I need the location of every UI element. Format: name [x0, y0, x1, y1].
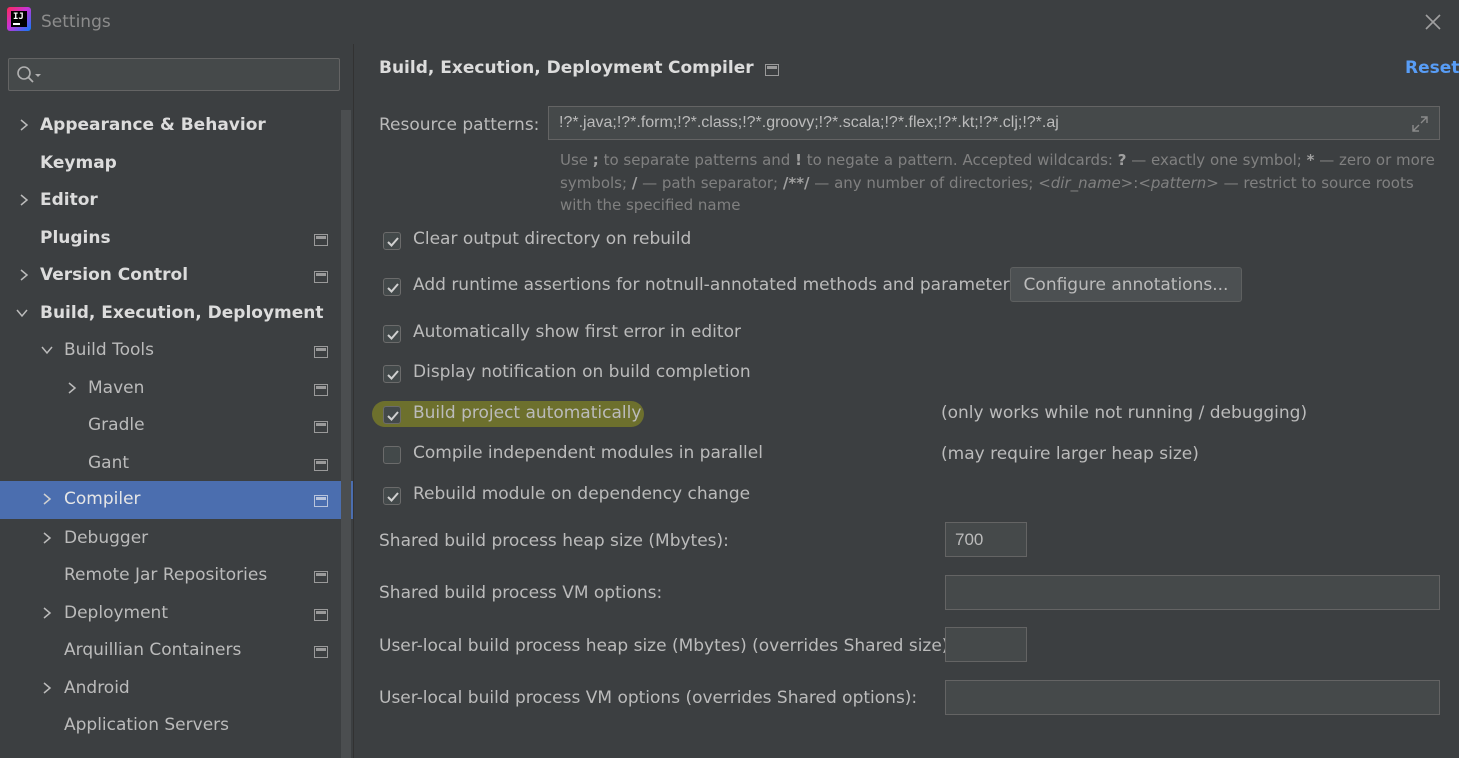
- search-icon[interactable]: [16, 65, 46, 85]
- close-icon[interactable]: [1419, 8, 1447, 36]
- sidebar-item-plugins[interactable]: Plugins: [0, 220, 353, 257]
- sidebar-item-label: Application Servers: [64, 715, 229, 735]
- sidebar-item-label: Debugger: [64, 528, 149, 548]
- checkbox[interactable]: [383, 487, 401, 505]
- sidebar-item-application-servers[interactable]: Application Servers: [0, 707, 353, 744]
- option-label: Display notification on build completion: [413, 362, 751, 382]
- window-title: Settings: [41, 12, 111, 32]
- resource-patterns-input[interactable]: [548, 106, 1440, 140]
- sidebar-item-label: Arquillian Containers: [64, 640, 242, 660]
- option-label: Compile independent modules in parallel: [413, 443, 763, 463]
- sidebar-item-label: Gradle: [88, 415, 145, 435]
- resource-patterns-label: Resource patterns:: [379, 115, 540, 135]
- sidebar-item-maven[interactable]: Maven: [0, 370, 353, 407]
- project-level-icon: [314, 568, 328, 583]
- sidebar-scrollbar[interactable]: [341, 110, 351, 758]
- chevron-right-icon[interactable]: [17, 192, 31, 206]
- chevron-right-icon[interactable]: [65, 380, 79, 394]
- sidebar-item-label: Build, Execution, Deployment: [40, 303, 324, 323]
- sidebar-item-android[interactable]: Android: [0, 670, 353, 707]
- intellij-logo-icon: IJ: [7, 7, 31, 31]
- sidebar-item-build-execution-deployment[interactable]: Build, Execution, Deployment: [0, 295, 353, 332]
- sidebar-item-label: Keymap: [40, 153, 117, 173]
- sidebar-item-label: Build Tools: [64, 340, 154, 360]
- sidebar-item-label: Android: [64, 678, 130, 698]
- sidebar-item-editor[interactable]: Editor: [0, 182, 353, 219]
- sidebar-item-label: Deployment: [64, 603, 168, 623]
- chevron-right-icon[interactable]: [17, 117, 31, 131]
- chevron-right-icon[interactable]: [40, 680, 54, 694]
- project-level-icon: [314, 418, 328, 433]
- sidebar-item-label: Appearance & Behavior: [40, 115, 266, 135]
- sidebar-item-label: Maven: [88, 378, 145, 398]
- chevron-down-icon[interactable]: [15, 305, 29, 319]
- checkbox[interactable]: [383, 325, 401, 343]
- sidebar-item-label: Compiler: [64, 489, 141, 509]
- checkbox[interactable]: [383, 446, 401, 464]
- breadcrumb-separator: ›: [645, 58, 652, 78]
- user-local-heap-size-input[interactable]: [945, 627, 1027, 662]
- resource-patterns-help: Use ; to separate patterns and ! to nega…: [560, 151, 1435, 214]
- sidebar-item-label: Version Control: [40, 265, 189, 285]
- expand-icon[interactable]: [1410, 114, 1430, 134]
- sidebar-item-gradle[interactable]: Gradle: [0, 407, 353, 444]
- option-note: (only works while not running / debuggin…: [941, 403, 1308, 423]
- sidebar-item-label: Gant: [88, 453, 130, 473]
- chevron-down-icon[interactable]: [40, 342, 54, 356]
- sidebar-item-gant[interactable]: Gant: [0, 445, 353, 482]
- checkbox[interactable]: [383, 365, 401, 383]
- shared-vm-options-label: Shared build process VM options:: [379, 583, 663, 603]
- shared-vm-options-input[interactable]: [945, 575, 1440, 610]
- checkbox[interactable]: [383, 232, 401, 250]
- option-label: Clear output directory on rebuild: [413, 229, 692, 249]
- project-level-icon: [314, 231, 328, 246]
- project-level-icon: [314, 343, 328, 358]
- configure-annotations-button[interactable]: Configure annotations...: [1010, 267, 1242, 302]
- shared-heap-size-label: Shared build process heap size (Mbytes):: [379, 531, 729, 551]
- user-local-vm-options-input[interactable]: [945, 680, 1440, 715]
- panel-divider: [353, 44, 354, 758]
- chevron-right-icon[interactable]: [40, 491, 54, 505]
- project-level-icon: [314, 381, 328, 396]
- breadcrumb-parent[interactable]: Build, Execution, Deployment: [379, 58, 663, 78]
- breadcrumb-current: Compiler: [668, 58, 754, 78]
- user-local-vm-options-label: User-local build process VM options (ove…: [379, 688, 918, 708]
- project-level-icon: [314, 643, 328, 658]
- project-level-icon: [314, 606, 328, 621]
- project-level-icon: [314, 456, 328, 471]
- option-label: Build project automatically: [413, 403, 642, 423]
- title-bar: [0, 0, 1459, 44]
- sidebar-item-keymap[interactable]: Keymap: [0, 145, 353, 182]
- chevron-right-icon[interactable]: [40, 605, 54, 619]
- option-label: Add runtime assertions for notnull-annot…: [413, 275, 1019, 295]
- option-note: (may require larger heap size): [941, 444, 1199, 464]
- sidebar-item-debugger[interactable]: Debugger: [0, 520, 353, 557]
- checkbox[interactable]: [383, 278, 401, 296]
- sidebar-item-label: Remote Jar Repositories: [64, 565, 268, 585]
- user-local-heap-size-label: User-local build process heap size (Mbyt…: [379, 636, 955, 656]
- option-label: Automatically show first error in editor: [413, 322, 741, 342]
- sidebar-item-version-control[interactable]: Version Control: [0, 257, 353, 294]
- search-input[interactable]: [8, 58, 340, 91]
- chevron-right-icon[interactable]: [17, 267, 31, 281]
- reset-link[interactable]: Reset: [1405, 58, 1459, 78]
- option-label: Rebuild module on dependency change: [413, 484, 751, 504]
- sidebar-item-label: Editor: [40, 190, 98, 210]
- checkbox[interactable]: [383, 406, 401, 424]
- project-level-icon: [314, 492, 328, 507]
- project-level-icon: [314, 268, 328, 283]
- chevron-right-icon[interactable]: [40, 530, 54, 544]
- sidebar-item-arquillian-containers[interactable]: Arquillian Containers: [0, 632, 353, 669]
- sidebar-item-deployment[interactable]: Deployment: [0, 595, 353, 632]
- sidebar-item-appearance-behavior[interactable]: Appearance & Behavior: [0, 107, 353, 144]
- shared-heap-size-input[interactable]: [945, 522, 1027, 557]
- sidebar-item-compiler[interactable]: Compiler: [0, 481, 353, 519]
- sidebar-item-label: Plugins: [40, 228, 111, 248]
- sidebar-item-remote-jar-repositories[interactable]: Remote Jar Repositories: [0, 557, 353, 594]
- project-level-icon: [765, 61, 779, 76]
- sidebar-item-build-tools[interactable]: Build Tools: [0, 332, 353, 369]
